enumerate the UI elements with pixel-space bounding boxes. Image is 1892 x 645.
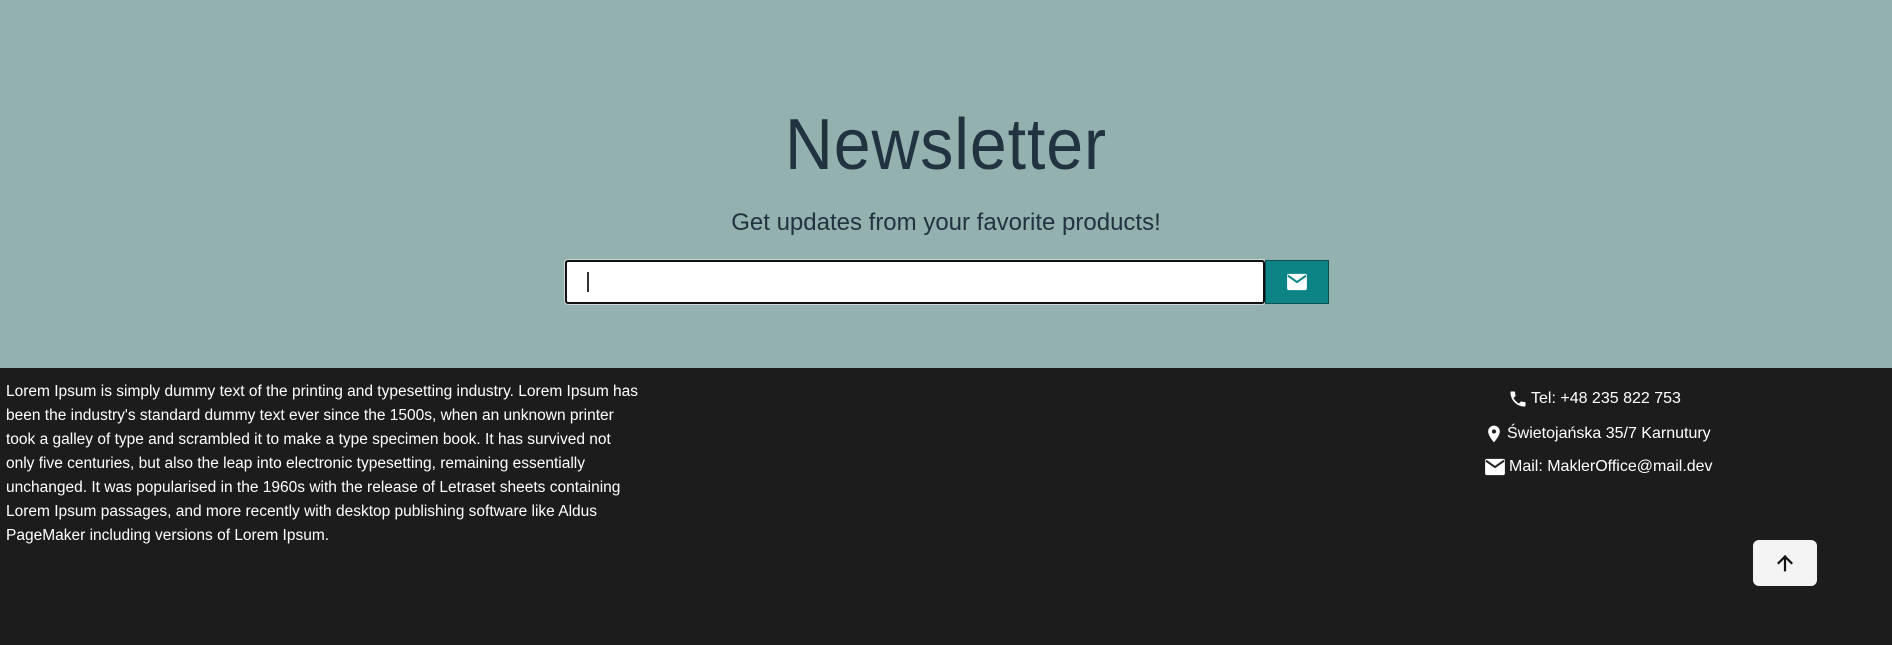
newsletter-section: Newsletter Get updates from your favorit… [0, 0, 1892, 368]
contact-address-text: Świetojańska 35/7 Karnutury [1507, 425, 1711, 442]
text-cursor [587, 272, 589, 292]
contact-phone-text: Tel: +48 235 822 753 [1531, 390, 1681, 407]
contact-phone: Tel: +48 235 822 753 [1508, 389, 1681, 409]
contact-mail: Mail: MaklerOffice@mail.dev [1484, 457, 1713, 477]
scroll-to-top-button[interactable] [1753, 540, 1817, 586]
mail-icon [1485, 458, 1505, 476]
location-pin-icon [1488, 425, 1500, 443]
phone-icon [1510, 391, 1526, 407]
footer-about-text: Lorem Ipsum is simply dummy text of the … [6, 383, 639, 544]
footer: Lorem Ipsum is simply dummy text of the … [0, 368, 1892, 645]
subscribe-button[interactable] [1265, 260, 1329, 304]
mail-icon [1287, 273, 1307, 291]
email-input[interactable] [565, 260, 1265, 304]
newsletter-title: Newsletter [784, 105, 1108, 185]
newsletter-form [565, 260, 1329, 304]
arrow-up-icon [1777, 555, 1793, 572]
contact-mail-text: Mail: MaklerOffice@mail.dev [1509, 458, 1713, 475]
newsletter-subtitle: Get updates from your favorite products! [731, 209, 1161, 236]
contact-address: Świetojańska 35/7 Karnutury [1484, 423, 1711, 445]
